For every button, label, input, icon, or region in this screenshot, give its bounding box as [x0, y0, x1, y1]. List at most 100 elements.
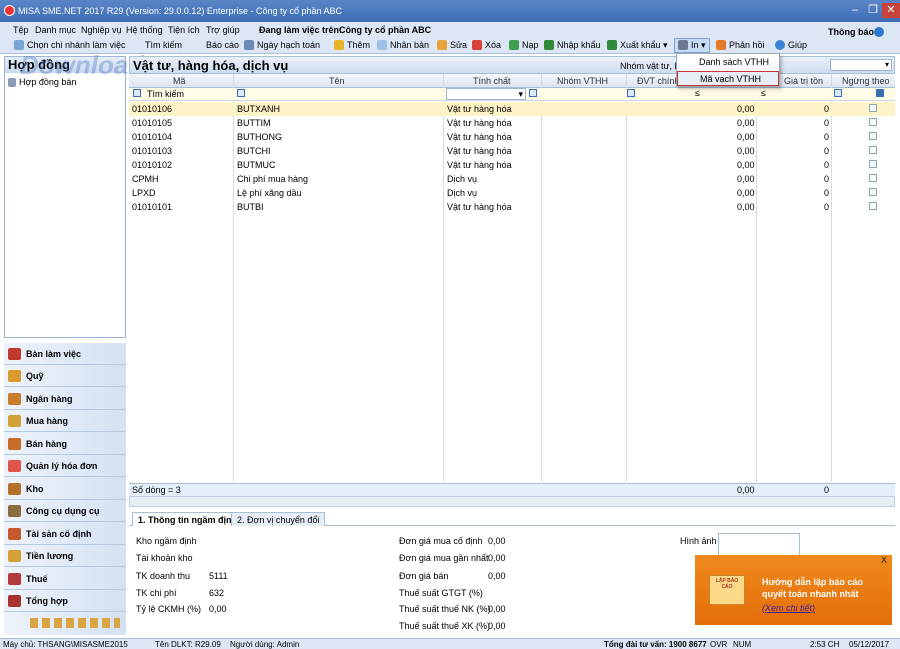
nav-fixed-assets[interactable]: Tài sản cố định — [4, 523, 126, 545]
cell-quantity: 0,00 — [737, 118, 755, 128]
close-button[interactable]: ✕ — [882, 3, 900, 18]
filter-icon[interactable] — [133, 89, 141, 97]
cell-value: 0 — [824, 202, 830, 212]
col-name[interactable]: Tên — [329, 76, 345, 86]
add-icon — [334, 40, 344, 50]
kind-filter-dropdown[interactable]: ▾ — [446, 88, 526, 100]
grid-footer: Số dòng = 3 0,00 0 — [129, 483, 895, 496]
nav-inventory[interactable]: Kho — [4, 478, 126, 500]
table-row[interactable]: 01010102 BUTMUC Vật tư hàng hóa 0,00 0 — [129, 158, 895, 172]
notifications-link[interactable]: Thông báo — [828, 27, 874, 37]
help-button[interactable]: Giúp — [775, 40, 807, 50]
nav-sales[interactable]: Bán hàng — [4, 433, 126, 455]
copy-button[interactable]: Nhân bản — [377, 40, 429, 50]
col-value[interactable]: Giá trị tồn — [784, 76, 823, 86]
group-filter-dropdown[interactable]: ▾ — [830, 59, 892, 71]
nav-cash[interactable]: Quỹ — [4, 365, 126, 387]
nav-quick-icons[interactable] — [30, 618, 120, 628]
field-label: Thuế suất thuế XK (%) — [399, 621, 491, 631]
minimize-button[interactable]: – — [846, 3, 864, 18]
col-unit[interactable]: ĐVT chính — [637, 76, 679, 86]
reload-button[interactable]: Nạp — [509, 40, 539, 50]
value-le-filter[interactable]: ≤ — [761, 88, 766, 98]
nav-bank[interactable]: Ngân hàng — [4, 388, 126, 410]
cell-value: 0 — [824, 118, 830, 128]
import-button[interactable]: Nhập khẩu — [544, 40, 601, 50]
nav-general[interactable]: Tổng hợp — [4, 590, 126, 612]
nav-desktop[interactable]: Bàn làm việc — [4, 343, 126, 365]
image-box[interactable] — [718, 533, 800, 557]
menu-help[interactable]: Trợ giúp — [206, 25, 240, 35]
add-button[interactable]: Thêm — [334, 40, 370, 50]
popup-close-button[interactable]: X — [881, 555, 887, 565]
filter-search-label[interactable]: Tìm kiếm — [147, 89, 184, 99]
filter-icon[interactable] — [627, 89, 635, 97]
cell-kind: Vật tư hàng hóa — [447, 132, 512, 142]
nav-tools[interactable]: Công cụ dụng cụ — [4, 500, 126, 522]
inactive-checkbox[interactable] — [869, 174, 877, 182]
warehouse-icon — [8, 483, 21, 495]
search-button[interactable]: Tìm kiếm — [145, 40, 182, 50]
menu-system[interactable]: Hệ thống — [126, 25, 163, 35]
inactive-checkbox[interactable] — [869, 160, 877, 168]
inactive-checkbox[interactable] — [869, 202, 877, 210]
filter-icon[interactable] — [876, 89, 884, 97]
nav-tax[interactable]: Thuế — [4, 568, 126, 590]
quantity-le-filter[interactable]: ≤ — [695, 88, 700, 98]
nav-payroll[interactable]: Tiền lương — [4, 545, 126, 567]
inactive-checkbox[interactable] — [869, 118, 877, 126]
printer-icon — [678, 40, 688, 50]
bank-icon — [8, 393, 21, 405]
notifications-icon[interactable] — [874, 27, 884, 37]
cell-code: 01010102 — [132, 160, 173, 170]
delete-button[interactable]: Xóa — [472, 40, 501, 50]
menu-utilities[interactable]: Tiện ích — [168, 25, 200, 35]
col-kind[interactable]: Tính chất — [473, 76, 511, 86]
cell-name: Lệ phí xăng dầu — [237, 188, 302, 198]
field-label: Tài khoản kho — [136, 553, 193, 563]
menu-catalog[interactable]: Danh mục — [35, 25, 76, 35]
table-row[interactable]: LPXD Lệ phí xăng dầu Dịch vụ 0,00 0 — [129, 186, 895, 200]
export-button[interactable]: Xuất khẩu ▾ — [607, 40, 668, 51]
report-button[interactable]: Báo cáo — [206, 40, 239, 50]
tab-unit-conversion[interactable]: 2. Đơn vị chuyển đổi — [231, 512, 326, 526]
posting-date-button[interactable]: Ngày hạch toán — [244, 40, 320, 50]
total-value: 0 — [824, 485, 830, 495]
print-button[interactable]: In ▾ — [674, 38, 710, 53]
filter-row: Tìm kiếm ▾ ≤ ≤ — [129, 88, 895, 101]
popup-link[interactable]: (Xem chi tiết) — [762, 603, 815, 613]
field-value: 0,00 — [488, 536, 506, 546]
col-group[interactable]: Nhóm VTHH — [557, 76, 608, 86]
filter-icon[interactable] — [834, 89, 842, 97]
filter-icon[interactable] — [237, 89, 245, 97]
table-row[interactable]: 01010101 BUTBI Vật tư hàng hóa 0,00 0 — [129, 200, 895, 214]
table-row[interactable]: 01010106 BUTXANH Vật tư hàng hóa 0,00 0 — [129, 102, 895, 116]
inactive-checkbox[interactable] — [869, 132, 877, 140]
table-row[interactable]: 01010103 BUTCHI Vật tư hàng hóa 0,00 0 — [129, 144, 895, 158]
table-row[interactable]: 01010104 BUTHONG Vật tư hàng hóa 0,00 0 — [129, 130, 895, 144]
cell-kind: Vật tư hàng hóa — [447, 202, 512, 212]
nav-purchase[interactable]: Mua hàng — [4, 410, 126, 432]
cell-kind: Dịch vụ — [447, 174, 478, 184]
inactive-checkbox[interactable] — [869, 146, 877, 154]
col-code[interactable]: Mã — [173, 76, 186, 86]
module-nav-panel: Bàn làm việc Quỹ Ngân hàng Mua hàng Bán … — [4, 343, 126, 635]
horizontal-scrollbar[interactable] — [129, 496, 895, 507]
inactive-checkbox[interactable] — [869, 188, 877, 196]
inactive-checkbox[interactable] — [869, 104, 877, 112]
edit-button[interactable]: Sửa — [437, 40, 467, 50]
maximize-button[interactable]: ❐ — [864, 3, 882, 18]
menu-operations[interactable]: Nghiệp vụ — [81, 25, 122, 35]
menu-file[interactable]: Tệp — [13, 25, 29, 35]
table-row[interactable]: 01010105 BUTTIM Vật tư hàng hóa 0,00 0 — [129, 116, 895, 130]
feedback-button[interactable]: Phản hồi — [716, 40, 765, 50]
table-row[interactable]: CPMH Chi phí mua hàng Dịch vụ 0,00 0 — [129, 172, 895, 186]
menu-item-barcode[interactable]: Mã vạch VTHH — [677, 71, 779, 86]
desktop-icon — [8, 348, 21, 360]
nav-invoices[interactable]: Quản lý hóa đơn — [4, 455, 126, 477]
menu-item-item-list[interactable]: Danh sách VTHH — [677, 55, 779, 70]
branch-button[interactable]: Chọn chi nhánh làm việc — [14, 40, 126, 50]
report-badge-icon: LẬP BÁO CÁO — [709, 575, 745, 605]
tab-default-info[interactable]: 1. Thông tin ngầm định — [132, 512, 243, 526]
filter-icon[interactable] — [529, 89, 537, 97]
